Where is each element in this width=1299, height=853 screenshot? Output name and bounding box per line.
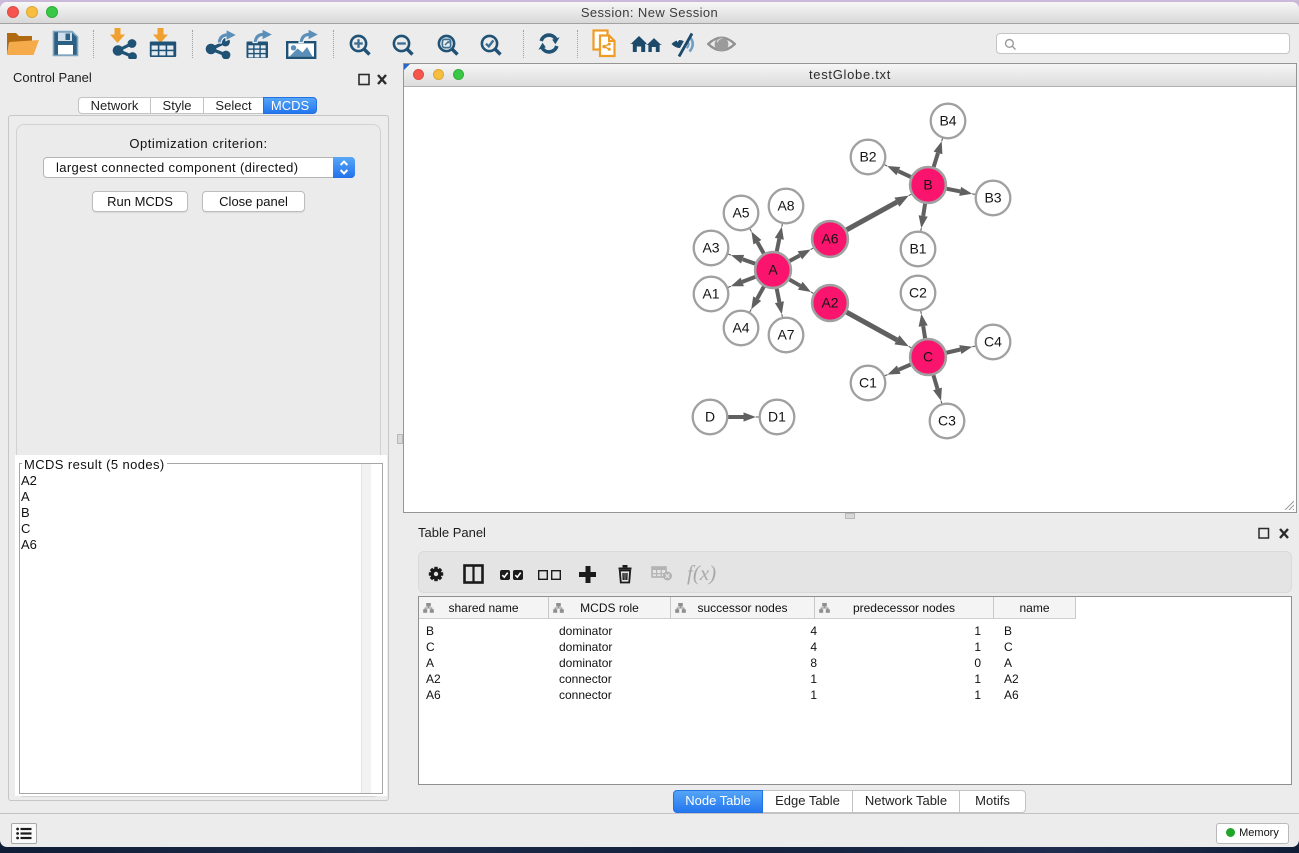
svg-text:A6: A6 xyxy=(821,231,838,247)
svg-text:A2: A2 xyxy=(821,295,838,311)
svg-text:A8: A8 xyxy=(777,198,794,214)
svg-text:B4: B4 xyxy=(939,113,956,129)
svg-text:A: A xyxy=(768,262,778,278)
svg-text:C: C xyxy=(923,349,933,365)
svg-text:B3: B3 xyxy=(984,190,1001,206)
svg-text:A7: A7 xyxy=(777,327,794,343)
svg-text:A3: A3 xyxy=(702,240,719,256)
svg-text:B1: B1 xyxy=(909,241,926,257)
svg-text:A5: A5 xyxy=(732,205,749,221)
svg-text:A1: A1 xyxy=(702,286,719,302)
svg-text:B: B xyxy=(923,177,932,193)
svg-text:C4: C4 xyxy=(984,334,1002,350)
svg-text:C1: C1 xyxy=(859,375,877,391)
svg-text:A4: A4 xyxy=(732,320,749,336)
svg-text:B2: B2 xyxy=(859,149,876,165)
svg-text:C3: C3 xyxy=(938,413,956,429)
svg-text:C2: C2 xyxy=(909,285,927,301)
svg-text:D: D xyxy=(705,409,715,425)
svg-text:D1: D1 xyxy=(768,409,786,425)
